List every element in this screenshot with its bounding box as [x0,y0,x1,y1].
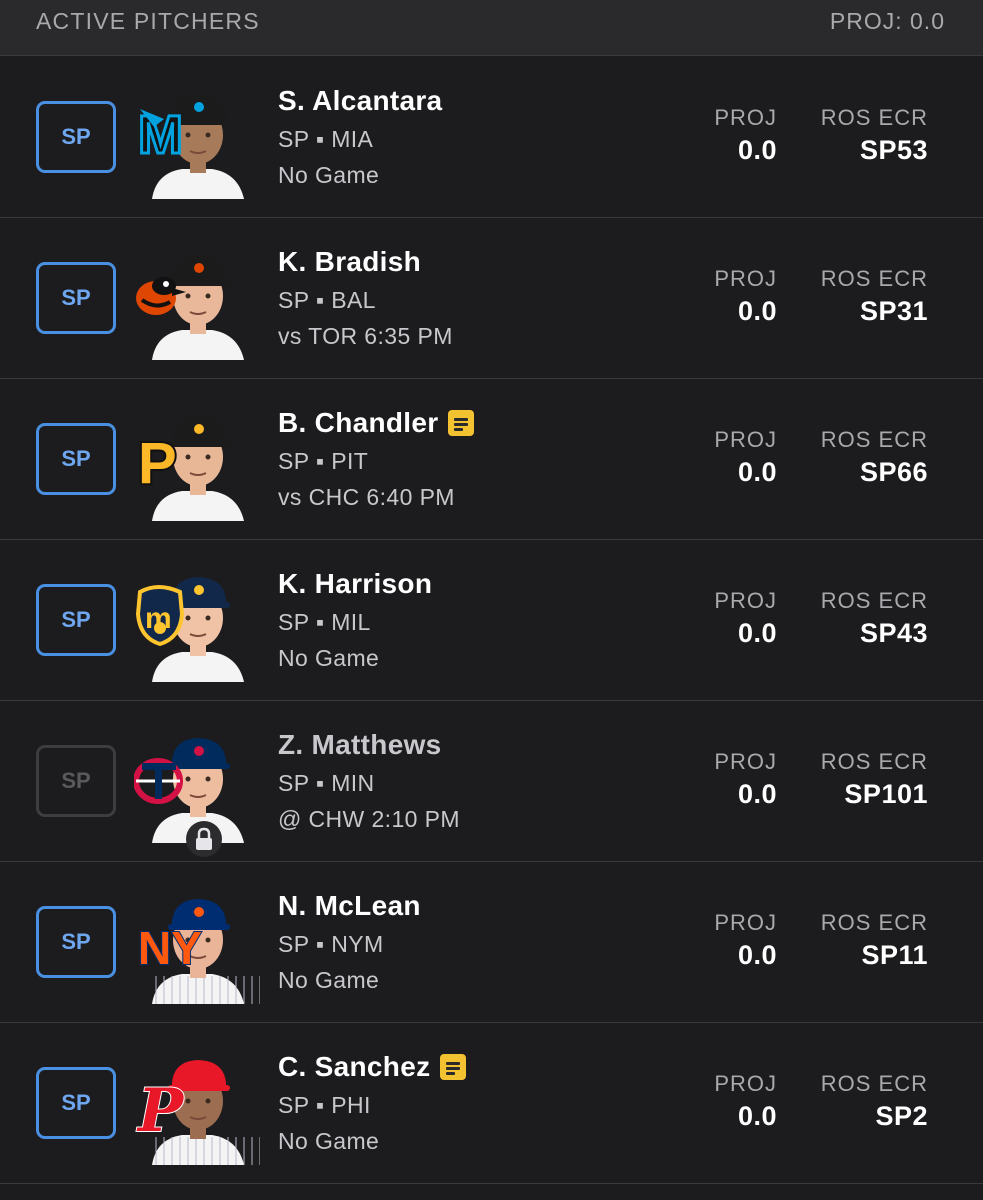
ros-ecr-value: SP66 [859,457,928,487]
lineup-slot-button[interactable]: SP [36,906,116,978]
player-game-info: No Game [278,162,380,188]
pirates-logo-icon: P [136,429,179,498]
proj-label: PROJ [714,427,777,452]
player-headshot [134,240,260,360]
player-position-team: SP ▪ PHI [278,1092,371,1118]
player-headshot: NY [134,884,260,1004]
player-row[interactable]: SP P B. Chandler SP ▪ PIT vs CHC 6:40 PM PROJ… [0,379,983,540]
ros-ecr-value: SP2 [875,1101,928,1131]
ros-ecr-label: ROS ECR [820,910,928,935]
section-header: ACTIVE PITCHERS PROJ: 0.0 [0,0,983,56]
ros-ecr-label: ROS ECR [820,1071,928,1096]
ros-ecr-label: ROS ECR [820,105,928,130]
player-info: Z. Matthews SP ▪ MIN @ CHW 2:10 PM [278,727,460,835]
lineup-slot-button[interactable]: SP [36,423,116,495]
proj-label: PROJ [714,749,777,774]
player-name[interactable]: K. Bradish [278,244,453,280]
proj-label: PROJ [714,910,777,935]
mets-logo-icon: NY [137,921,203,975]
player-name-text: Z. Matthews [278,729,442,760]
player-position-team: SP ▪ MIL [278,609,371,635]
player-row[interactable]: SP Z. Matthews SP ▪ MIN @ CHW 2:10 PM PROJ 0.… [0,701,983,862]
player-name[interactable]: Z. Matthews [278,727,460,763]
brewers-logo-icon: m [135,585,185,647]
player-name-text: C. Sanchez [278,1051,431,1082]
player-position-team: SP ▪ PIT [278,448,369,474]
lock-icon [186,821,222,857]
player-row[interactable]: SP m K. Harrison SP ▪ MIL No Game PROJ 0.0 ROS … [0,540,983,701]
player-name[interactable]: S. Alcantara [278,83,442,119]
ros-ecr-label: ROS ECR [820,749,928,774]
player-info: B. Chandler SP ▪ PIT vs CHC 6:40 PM [278,405,475,513]
proj-value: 0.0 [737,135,777,165]
section-total-projection: PROJ: 0.0 [829,8,945,34]
player-name[interactable]: C. Sanchez [278,1049,467,1085]
player-note-icon[interactable] [440,1054,467,1080]
svg-text:P: P [138,431,177,496]
player-game-info: vs CHC 6:40 PM [278,484,455,510]
pitcher-list: SP M S. Alcantara SP ▪ MIA No Game PROJ 0.0 ROS… [0,57,983,1184]
player-name[interactable]: B. Chandler [278,405,475,441]
player-position-team: SP ▪ NYM [278,931,384,957]
player-info: K. Harrison SP ▪ MIL No Game [278,566,432,674]
proj-value: 0.0 [737,779,777,809]
player-name-text: B. Chandler [278,407,439,438]
player-headshot: P [134,401,260,521]
ros-ecr-value: SP43 [859,618,928,648]
proj-label: PROJ [714,266,777,291]
player-info: N. McLean SP ▪ NYM No Game [278,888,421,996]
proj-value: 0.0 [737,940,777,970]
twins-logo-icon [134,758,183,804]
player-headshot: m [134,562,260,682]
player-name[interactable]: K. Harrison [278,566,432,602]
ros-ecr-label: ROS ECR [820,588,928,613]
player-headshot: M [134,79,260,199]
svg-text:NY: NY [138,922,202,974]
player-game-info: No Game [278,967,380,993]
ros-ecr-label: ROS ECR [820,266,928,291]
player-headshot: P [134,1045,260,1165]
proj-value: 0.0 [737,618,777,648]
proj-label: PROJ [714,105,777,130]
proj-label: PROJ [714,588,777,613]
player-name[interactable]: N. McLean [278,888,421,924]
player-info: C. Sanchez SP ▪ PHI No Game [278,1049,467,1157]
player-name-text: K. Bradish [278,246,422,277]
player-name-text: K. Harrison [278,568,433,599]
proj-label: PROJ [714,1071,777,1096]
player-name-text: N. McLean [278,890,421,921]
proj-value: 0.0 [737,1101,777,1131]
proj-value: 0.0 [737,457,777,487]
player-row[interactable]: SP M S. Alcantara SP ▪ MIA No Game PROJ 0.0 ROS… [0,57,983,218]
player-info: S. Alcantara SP ▪ MIA No Game [278,83,442,191]
ros-ecr-value: SP11 [861,940,928,970]
lineup-slot-button[interactable]: SP [36,584,116,656]
player-game-info: No Game [278,645,380,671]
phillies-logo-icon: P [135,1075,186,1147]
lineup-slot-button[interactable]: SP [36,1067,116,1139]
ros-ecr-label: ROS ECR [820,427,928,452]
player-row[interactable]: SP K. Bradish SP ▪ BAL vs TOR 6:35 PM PROJ 0.… [0,218,983,379]
player-info: K. Bradish SP ▪ BAL vs TOR 6:35 PM [278,244,453,352]
player-game-info: No Game [278,1128,380,1154]
player-note-icon[interactable] [448,410,475,436]
lineup-slot-button: SP [36,745,116,817]
ros-ecr-value: SP53 [859,135,928,165]
ros-ecr-value: SP101 [844,779,928,809]
lineup-slot-button[interactable]: SP [36,262,116,334]
player-position-team: SP ▪ MIA [278,126,374,152]
player-name-text: S. Alcantara [278,85,443,116]
player-game-info: @ CHW 2:10 PM [278,806,460,832]
section-title: ACTIVE PITCHERS [36,8,260,34]
player-row[interactable]: SP NY N. McLean SP ▪ NYM No Game PROJ 0.0 ROS E… [0,862,983,1023]
svg-text:P: P [136,1076,185,1146]
proj-value: 0.0 [737,296,777,326]
marlins-logo-icon: M [137,104,185,167]
ros-ecr-value: SP31 [859,296,928,326]
lineup-slot-button[interactable]: SP [36,101,116,173]
player-game-info: vs TOR 6:35 PM [278,323,453,349]
player-position-team: SP ▪ BAL [278,287,376,313]
player-row[interactable]: SP P C. Sanchez SP ▪ PHI No Game PROJ 0.0 ROS E… [0,1023,983,1184]
player-position-team: SP ▪ MIN [278,770,375,796]
